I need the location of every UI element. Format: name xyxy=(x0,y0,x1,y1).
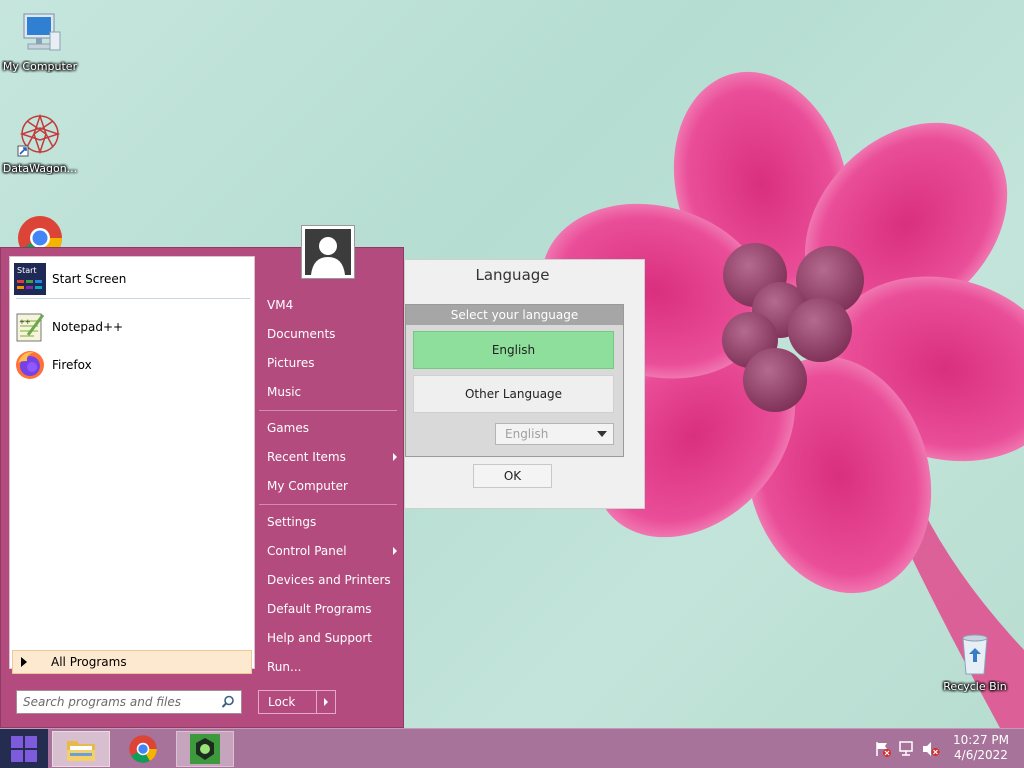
all-programs-button[interactable]: All Programs xyxy=(12,650,252,674)
menu-item-run[interactable]: Run... xyxy=(267,656,397,678)
menu-separator xyxy=(259,504,397,505)
computer-icon xyxy=(16,10,64,58)
pinned-item-notepad-plus-plus[interactable]: ++ Notepad++ xyxy=(14,309,250,345)
menu-item-devices-printers[interactable]: Devices and Printers xyxy=(267,569,397,591)
chevron-right-icon xyxy=(324,698,328,706)
taskbar-clock[interactable]: 10:27 PM 4/6/2022 xyxy=(950,733,1012,763)
user-icon xyxy=(305,229,351,275)
start-menu-divider xyxy=(16,298,250,299)
menu-item-recent-items[interactable]: Recent Items xyxy=(267,446,397,468)
menu-item-label: Control Panel xyxy=(267,544,347,558)
lock-options-button[interactable] xyxy=(317,691,335,713)
chrome-icon xyxy=(129,735,157,763)
all-programs-label: All Programs xyxy=(51,655,127,669)
volume-muted-icon[interactable] xyxy=(922,741,940,757)
pinned-item-label: Start Screen xyxy=(52,272,127,286)
start-menu: Start Start Screen ++ Notepad++ Firefox … xyxy=(0,247,404,728)
menu-item-games[interactable]: Games xyxy=(267,417,397,439)
desktop-icon-my-computer[interactable]: My Computer xyxy=(0,10,80,73)
chevron-down-icon xyxy=(597,431,607,437)
start-screen-icon-text: Start xyxy=(17,266,37,275)
firefox-icon xyxy=(14,349,46,381)
start-menu-places-pane: VM4 Documents Pictures Music Games Recen… xyxy=(259,248,405,729)
desktop-icon-recycle-bin[interactable]: Recycle Bin xyxy=(935,630,1015,693)
desktop-icon-datawagon[interactable]: DataWagon... xyxy=(0,112,80,175)
search-placeholder: Search programs and files xyxy=(23,695,181,709)
menu-item-default-programs[interactable]: Default Programs xyxy=(267,598,397,620)
menu-item-settings[interactable]: Settings xyxy=(267,511,397,533)
start-menu-programs-pane: Start Start Screen ++ Notepad++ Firefox … xyxy=(9,256,255,674)
language-dialog-title: Language xyxy=(475,266,550,284)
menu-item-label: Pictures xyxy=(267,356,315,370)
pinned-item-start-screen[interactable]: Start Start Screen xyxy=(14,261,250,297)
menu-item-documents[interactable]: Documents xyxy=(267,323,397,345)
network-icon[interactable] xyxy=(898,741,916,757)
notepad-plus-plus-icon: ++ xyxy=(14,311,46,343)
menu-item-help-support[interactable]: Help and Support xyxy=(267,627,397,649)
taskbar: 10:27 PM 4/6/2022 xyxy=(0,728,1024,768)
action-center-flag-icon[interactable] xyxy=(874,741,892,757)
menu-item-my-computer[interactable]: My Computer xyxy=(267,475,397,497)
language-select-group: Select your language English Other Langu… xyxy=(405,304,624,457)
menu-item-label: Run... xyxy=(267,660,302,674)
chevron-right-icon xyxy=(393,547,397,555)
menu-separator xyxy=(259,410,397,411)
taskbar-app[interactable] xyxy=(176,731,234,767)
lock-button[interactable]: Lock xyxy=(258,690,336,714)
menu-item-label: VM4 xyxy=(267,298,294,312)
menu-item-label: Settings xyxy=(267,515,317,529)
desktop-icon-label: My Computer xyxy=(2,60,78,73)
menu-item-label: My Computer xyxy=(267,479,348,493)
taskbar-file-explorer[interactable] xyxy=(52,731,110,767)
menu-item-label: Help and Support xyxy=(267,631,372,645)
menu-item-music[interactable]: Music xyxy=(267,381,397,403)
language-dropdown-value: English xyxy=(505,427,549,441)
recycle-bin-icon xyxy=(951,630,999,678)
search-input[interactable]: Search programs and files xyxy=(16,690,242,714)
desktop-icon-label: DataWagon... xyxy=(2,162,78,175)
pinned-item-firefox[interactable]: Firefox xyxy=(14,347,250,383)
other-language-button[interactable]: Other Language xyxy=(413,375,614,413)
menu-item-label: Default Programs xyxy=(267,602,372,616)
menu-item-label: Games xyxy=(267,421,309,435)
menu-item-label: Recent Items xyxy=(267,450,346,464)
datawagon-icon xyxy=(16,112,64,160)
english-option-button[interactable]: English xyxy=(413,331,614,369)
folder-icon xyxy=(67,741,95,761)
menu-item-label: Documents xyxy=(267,327,336,341)
menu-item-control-panel[interactable]: Control Panel xyxy=(267,540,397,562)
menu-item-pictures[interactable]: Pictures xyxy=(267,352,397,374)
chevron-right-icon xyxy=(393,453,397,461)
start-screen-icon: Start xyxy=(14,263,46,295)
language-select-header: Select your language xyxy=(406,305,623,325)
lock-button-label: Lock xyxy=(259,691,317,713)
menu-item-label: Music xyxy=(267,385,302,399)
language-dropdown[interactable]: English xyxy=(495,423,614,445)
pinned-item-label: Notepad++ xyxy=(52,320,124,334)
menu-item-label: Devices and Printers xyxy=(267,573,391,587)
app-icon xyxy=(190,734,220,764)
language-dialog: Language Select your language English Ot… xyxy=(404,259,645,509)
clock-time: 10:27 PM xyxy=(953,733,1009,747)
search-icon xyxy=(221,695,234,708)
pinned-item-label: Firefox xyxy=(52,358,92,372)
start-button[interactable] xyxy=(0,729,48,768)
ok-button[interactable]: OK xyxy=(473,464,552,488)
windows-logo-icon xyxy=(11,736,37,762)
menu-item-user[interactable]: VM4 xyxy=(267,294,397,316)
taskbar-chrome[interactable] xyxy=(114,731,172,767)
desktop-icon-label: Recycle Bin xyxy=(943,680,1007,693)
user-avatar[interactable] xyxy=(301,225,355,279)
triangle-right-icon xyxy=(21,657,27,667)
svg-text:++: ++ xyxy=(19,318,31,326)
clock-date: 4/6/2022 xyxy=(954,748,1008,762)
